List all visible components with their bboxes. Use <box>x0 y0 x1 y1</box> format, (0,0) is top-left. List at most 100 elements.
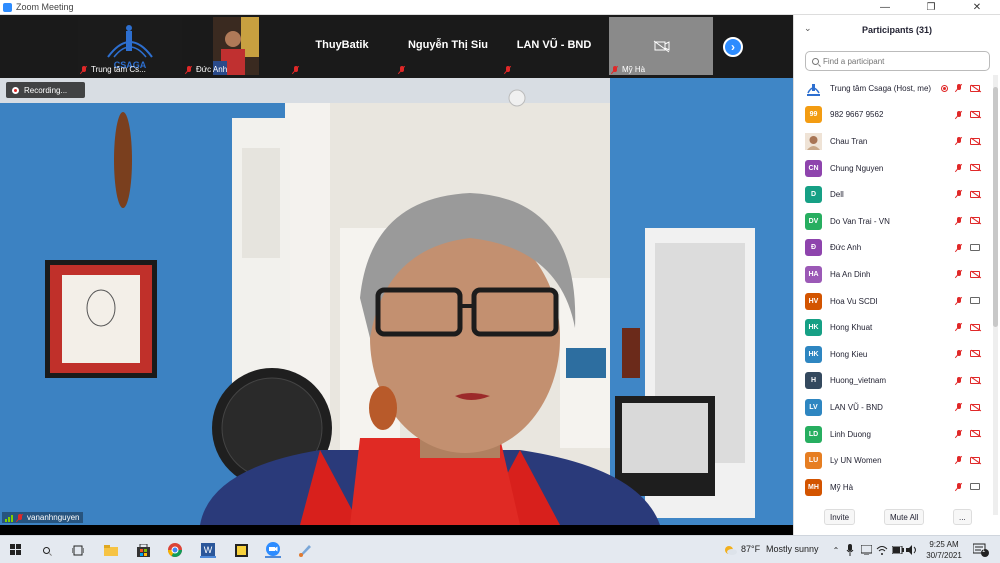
camera-off-icon[interactable] <box>970 403 980 411</box>
camera-off-icon[interactable] <box>970 350 980 358</box>
gallery-tile-my-ha[interactable]: Mỹ Hà <box>609 17 713 75</box>
search-icon <box>812 57 819 65</box>
gallery-tile-nguyen-thi-siu[interactable]: Nguyễn Thị Siu <box>396 17 500 75</box>
participant-row[interactable]: LV LAN VŨ - BND <box>794 394 994 421</box>
mic-muted-icon[interactable] <box>955 429 963 438</box>
camera-off-icon[interactable] <box>970 164 980 172</box>
gallery-tile-lan-vu[interactable]: LAN VŨ - BND <box>502 17 606 75</box>
system-clock[interactable]: 9:25 AM 30/7/2021 <box>923 539 965 561</box>
camera-off-icon[interactable] <box>970 430 980 438</box>
mic-muted-icon[interactable] <box>955 270 963 278</box>
recording-badge[interactable]: Recording... <box>6 82 85 98</box>
participants-header: ⌄ Participants (31) <box>794 15 1000 45</box>
camera-off-icon[interactable] <box>970 323 980 331</box>
gallery-tile-csaga[interactable]: CSAGA Trung tâm Cs... <box>78 17 182 75</box>
participant-search-input[interactable] <box>823 56 983 66</box>
gallery-tile-duc-anh[interactable]: Đức Anh <box>183 17 287 75</box>
scrollbar-thumb[interactable] <box>993 87 998 327</box>
mic-muted-icon[interactable] <box>955 482 963 491</box>
more-button[interactable]: ... <box>953 509 972 525</box>
mic-muted-icon[interactable] <box>955 137 963 145</box>
notification-center-button[interactable]: 1 <box>972 542 990 558</box>
volume-tray-icon[interactable] <box>906 542 918 558</box>
mic-muted-icon[interactable] <box>955 403 963 411</box>
mic-muted-icon[interactable] <box>955 349 963 358</box>
notification-icon <box>973 543 989 557</box>
tray-overflow-button[interactable]: ⌃ <box>830 542 842 558</box>
camera-off-icon[interactable] <box>970 137 980 145</box>
sticky-notes-button[interactable] <box>233 542 249 558</box>
paint-button[interactable] <box>297 542 313 558</box>
window-title: Zoom Meeting <box>16 2 74 12</box>
tile-footer <box>292 66 300 74</box>
speaker-video-image <box>0 78 793 525</box>
gallery-strip: CSAGA Trung tâm Cs... Đức Anh ThuyBatik <box>0 15 793 78</box>
participant-row[interactable]: D Dell <box>794 181 994 208</box>
mic-muted-icon[interactable] <box>955 190 963 198</box>
camera-off-icon[interactable] <box>970 270 980 278</box>
chevron-down-icon[interactable]: ⌄ <box>804 23 812 34</box>
restore-button[interactable]: ❐ <box>908 0 954 15</box>
chevron-up-icon: ⌃ <box>832 545 840 555</box>
task-view-button[interactable] <box>70 542 86 558</box>
camera-off-icon[interactable] <box>970 190 980 198</box>
camera-icon[interactable] <box>970 483 980 491</box>
camera-off-icon[interactable] <box>970 111 980 119</box>
tile-name: Trung tâm Cs... <box>91 65 146 74</box>
store-button[interactable] <box>135 542 151 558</box>
close-button[interactable]: ✕ <box>954 0 1000 15</box>
participant-row[interactable]: CN Chung Nguyen <box>794 155 994 182</box>
camera-icon[interactable] <box>970 244 980 252</box>
mic-muted-icon[interactable] <box>955 323 963 331</box>
minimize-button[interactable]: — <box>862 0 908 15</box>
chrome-button[interactable] <box>167 542 183 558</box>
participant-row[interactable]: HK Hong Kieu <box>794 341 994 368</box>
participant-row[interactable]: HA Ha An Dinh <box>794 261 994 288</box>
participant-search[interactable] <box>805 51 990 71</box>
mic-muted-icon[interactable] <box>955 296 963 305</box>
participant-avatar: HK <box>805 345 822 363</box>
participant-list-scrollbar[interactable] <box>993 75 998 515</box>
camera-icon[interactable] <box>970 297 980 305</box>
participant-row[interactable]: HV Hoa Vu SCDI <box>794 288 994 315</box>
invite-button[interactable]: Invite <box>824 509 856 525</box>
participant-row[interactable]: MH Mỹ Hà <box>794 474 994 497</box>
mic-muted-icon[interactable] <box>955 456 963 464</box>
camera-off-icon[interactable] <box>970 217 980 225</box>
gallery-next-button[interactable]: › <box>723 37 743 57</box>
participant-row[interactable]: 99 982 9667 9562 <box>794 102 994 129</box>
file-explorer-button[interactable] <box>103 542 119 558</box>
mic-muted-icon[interactable] <box>955 84 963 92</box>
participant-row[interactable]: Đ Đức Anh <box>794 235 994 262</box>
participant-row[interactable]: H Huong_vietnam <box>794 368 994 395</box>
camera-off-icon[interactable] <box>970 377 980 385</box>
search-taskbar-button[interactable] <box>38 542 54 558</box>
battery-tray-icon[interactable] <box>892 542 904 558</box>
word-button[interactable]: W <box>200 542 216 558</box>
camera-off-icon[interactable] <box>970 456 980 464</box>
mute-all-button[interactable]: Mute All <box>884 509 925 525</box>
microphone-icon <box>846 544 854 556</box>
participant-row[interactable]: HK Hong Khuat <box>794 314 994 341</box>
participant-status-icons <box>941 84 980 92</box>
weather-condition[interactable]: Mostly sunny <box>766 544 819 554</box>
mic-muted-icon[interactable] <box>955 243 963 252</box>
camera-off-icon[interactable] <box>970 84 980 92</box>
start-button[interactable] <box>8 542 24 558</box>
weather-temperature[interactable]: 87°F <box>741 544 760 554</box>
network-tray-icon[interactable] <box>860 542 872 558</box>
mic-muted-icon[interactable] <box>955 163 963 172</box>
wifi-tray-icon[interactable] <box>876 542 888 558</box>
participant-row[interactable]: LU Ly UN Women <box>794 447 994 474</box>
zoom-taskbar-button[interactable] <box>265 542 281 558</box>
gallery-tile-thuybatik[interactable]: ThuyBatik <box>290 17 394 75</box>
mic-muted-icon[interactable] <box>955 376 963 385</box>
participant-row[interactable]: Trung tâm Csaga (Host, me) <box>794 75 994 102</box>
mic-muted-icon[interactable] <box>955 110 963 119</box>
participant-row[interactable]: DV Do Van Trai - VN <box>794 208 994 235</box>
participant-row[interactable]: LD Linh Duong <box>794 421 994 448</box>
mic-muted-icon[interactable] <box>955 216 963 225</box>
participant-row[interactable]: Chau Tran <box>794 128 994 155</box>
recording-indicator-icon <box>941 84 948 92</box>
microphone-tray-icon[interactable] <box>844 542 856 558</box>
